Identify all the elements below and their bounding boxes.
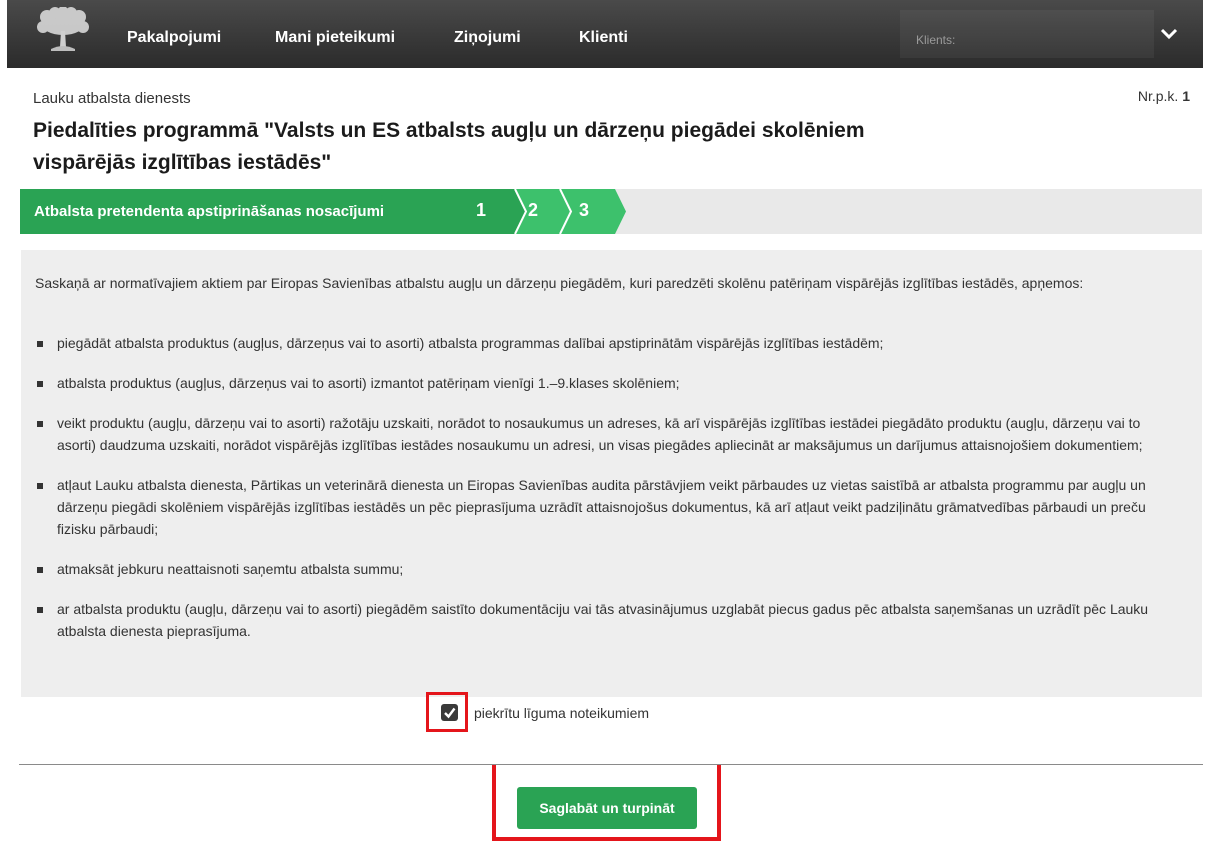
bullet-icon <box>37 567 43 573</box>
step-1[interactable]: 1 <box>476 200 486 221</box>
nav-klienti[interactable]: Klienti <box>579 29 628 47</box>
list-item-text: atbalsta produktus (augļus, dārzeņus vai… <box>57 375 680 391</box>
nav-pakalpojumi[interactable]: Pakalpojumi <box>127 29 221 47</box>
list-item-text: atmaksāt jebkuru neattaisnoti saņemtu at… <box>57 561 404 577</box>
oak-tree-logo-icon[interactable] <box>33 7 93 55</box>
list-item-text: veikt produktu (augļu, dārzeņu vai to as… <box>57 415 1143 453</box>
bullet-icon <box>37 341 43 347</box>
top-navbar: Pakalpojumi Mani pieteikumi Ziņojumi Kli… <box>7 0 1203 68</box>
list-item: piegādāt atbalsta produktus (augļus, dār… <box>35 332 1165 354</box>
page-title: Piedalīties programmā "Valsts un ES atba… <box>33 119 865 174</box>
step-2[interactable]: 2 <box>528 200 538 221</box>
step-3[interactable]: 3 <box>579 200 589 221</box>
step-title: Atbalsta pretendenta apstiprināšanas nos… <box>34 203 385 220</box>
list-item: atļaut Lauku atbalsta dienesta, Pārtikas… <box>35 474 1165 540</box>
record-number-label: Nr.p.k. <box>1137 88 1179 104</box>
list-item: atbalsta produktus (augļus, dārzeņus vai… <box>35 372 1165 394</box>
conditions-list: piegādāt atbalsta produktus (augļus, dār… <box>35 332 1165 660</box>
list-item: atmaksāt jebkuru neattaisnoti saņemtu at… <box>35 558 1165 580</box>
bullet-icon <box>37 607 43 613</box>
progress-stepper: Atbalsta pretendenta apstiprināšanas nos… <box>20 189 1202 234</box>
list-item-text: atļaut Lauku atbalsta dienesta, Pārtikas… <box>57 477 1146 537</box>
chevron-down-icon[interactable] <box>1159 24 1179 44</box>
conditions-intro: Saskaņā ar normatīvajiem aktiem par Eiro… <box>35 275 1084 291</box>
bullet-icon <box>37 483 43 489</box>
conditions-panel: Saskaņā ar normatīvajiem aktiem par Eiro… <box>21 250 1202 697</box>
list-item-text: piegādāt atbalsta produktus (augļus, dār… <box>57 335 884 351</box>
record-number-value: 1 <box>1182 88 1190 104</box>
list-item-text: ar atbalsta produktu (augļu, dārzeņu vai… <box>57 601 1149 639</box>
nav-zinojumi[interactable]: Ziņojumi <box>454 29 521 47</box>
record-number: Nr.p.k. 1 <box>1138 88 1190 104</box>
client-label: Klients: <box>916 33 956 47</box>
checkmark-icon <box>444 707 456 719</box>
list-item: ar atbalsta produktu (augļu, dārzeņu vai… <box>35 598 1165 642</box>
save-and-continue-button[interactable]: Saglabāt un turpināt <box>517 787 697 829</box>
organization-name: Lauku atbalsta dienests <box>33 90 191 107</box>
bullet-icon <box>37 421 43 427</box>
bullet-icon <box>37 381 43 387</box>
nav-mani-pieteikumi[interactable]: Mani pieteikumi <box>275 29 395 47</box>
agree-checkbox[interactable] <box>441 704 458 721</box>
agree-checkbox-label[interactable]: piekrītu līguma noteikumiem <box>474 705 649 721</box>
list-item: veikt produktu (augļu, dārzeņu vai to as… <box>35 412 1165 456</box>
